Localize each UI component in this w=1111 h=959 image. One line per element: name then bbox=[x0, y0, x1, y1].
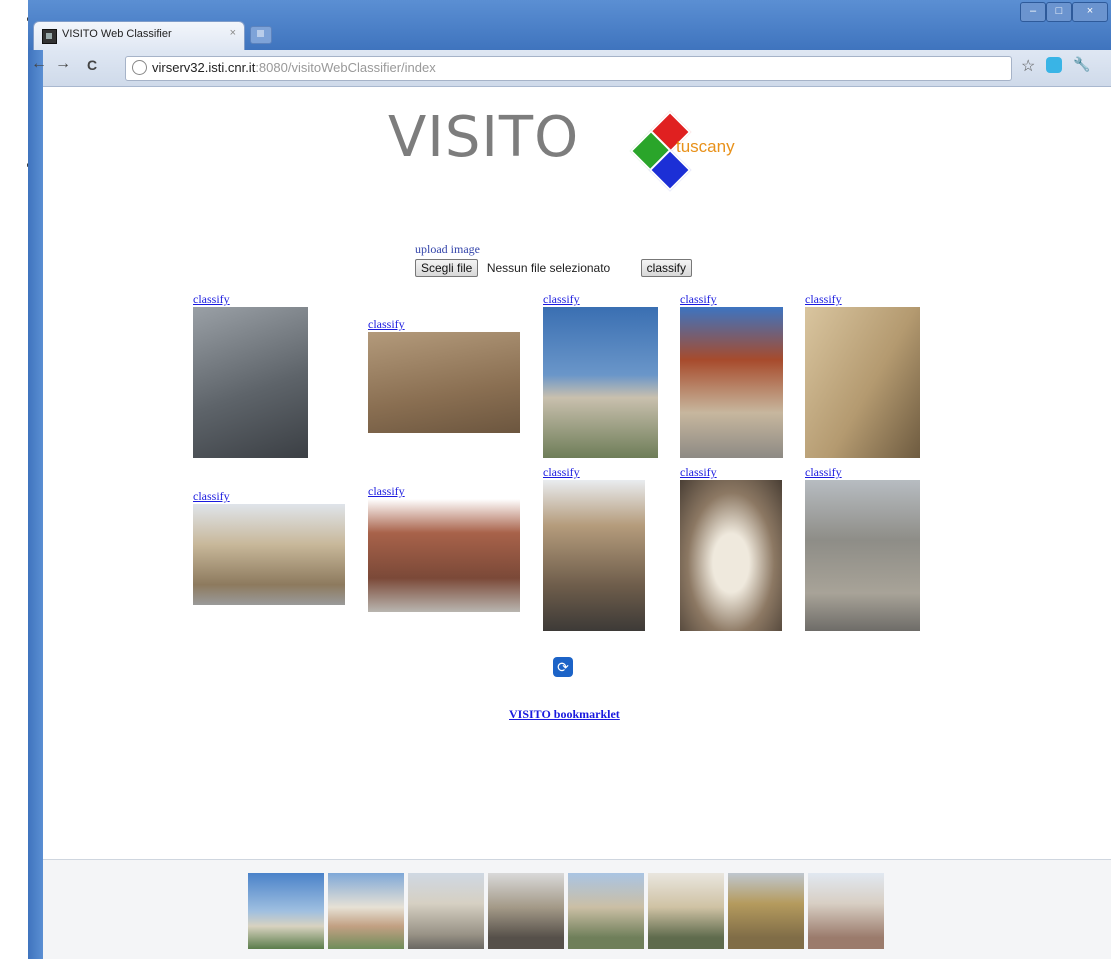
skype-icon[interactable] bbox=[1046, 57, 1062, 73]
refresh-icon[interactable]: ⟳ bbox=[553, 657, 573, 677]
forward-icon[interactable]: → bbox=[55, 55, 71, 73]
tab-title: VISITO Web Classifier bbox=[62, 28, 172, 40]
close-window-button[interactable]: × bbox=[1072, 2, 1108, 22]
classify-link[interactable]: classify bbox=[805, 292, 842, 307]
gallery-image-statue-facade[interactable] bbox=[193, 307, 308, 458]
gallery-image-old-tower-building[interactable] bbox=[368, 332, 520, 433]
address-bar[interactable]: virserv32.isti.cnr.it:8080/visitoWebClas… bbox=[125, 56, 1012, 81]
reload-icon[interactable]: C bbox=[87, 57, 97, 73]
visito-logo: VISITO tuscany bbox=[388, 97, 768, 192]
tab-close-icon[interactable]: × bbox=[230, 27, 236, 39]
page-content: VISITO tuscany upload image Scegli file … bbox=[43, 87, 1111, 959]
classify-link[interactable]: classify bbox=[543, 292, 580, 307]
browser-toolbar: ← → C virserv32.isti.cnr.it:8080/visitoW… bbox=[31, 50, 1111, 87]
wrench-icon[interactable]: 🔧 bbox=[1073, 56, 1090, 73]
classify-button[interactable]: classify bbox=[640, 259, 693, 277]
choose-file-button[interactable]: Scegli file bbox=[415, 259, 479, 277]
url-host: virserv32.isti.cnr.it bbox=[152, 60, 256, 75]
window-titlebar: VISITO Web Classifier × – □ × bbox=[28, 0, 1111, 51]
upload-label: upload image bbox=[415, 242, 480, 256]
favicon-icon bbox=[42, 29, 57, 44]
logo-sub: tuscany bbox=[676, 137, 735, 156]
thumb-church-facade[interactable] bbox=[568, 873, 644, 949]
gallery-image-church-wall[interactable] bbox=[805, 307, 920, 458]
minimize-button[interactable]: – bbox=[1020, 2, 1046, 22]
classify-link[interactable]: classify bbox=[805, 465, 842, 480]
gallery-image-duomo-dome[interactable] bbox=[680, 307, 783, 458]
classify-link[interactable]: classify bbox=[193, 489, 230, 504]
thumb-palazzo-arcade[interactable] bbox=[648, 873, 724, 949]
classify-link[interactable]: classify bbox=[193, 292, 230, 307]
thumb-palazzo[interactable] bbox=[488, 873, 564, 949]
gallery-image-statue-square[interactable] bbox=[543, 307, 658, 458]
window-left-border bbox=[28, 50, 43, 959]
upload-form: upload image Scegli file Nessun file sel… bbox=[415, 242, 693, 277]
star-icon[interactable]: ☆ bbox=[1021, 56, 1035, 76]
bottom-thumbnail-strip bbox=[43, 859, 1111, 959]
thumb-santa-maria-spina[interactable] bbox=[808, 873, 884, 949]
classify-link[interactable]: classify bbox=[680, 465, 717, 480]
thumb-leaning-tower[interactable] bbox=[248, 873, 324, 949]
back-icon[interactable]: ← bbox=[31, 55, 47, 73]
gallery-image-brick-palace-square[interactable] bbox=[368, 499, 520, 612]
classify-link[interactable]: classify bbox=[368, 484, 405, 499]
thumb-baptistery[interactable] bbox=[328, 873, 404, 949]
gallery-image-street-view[interactable] bbox=[543, 480, 645, 631]
classify-link[interactable]: classify bbox=[680, 292, 717, 307]
maximize-button[interactable]: □ bbox=[1046, 2, 1072, 22]
thumb-cathedral[interactable] bbox=[408, 873, 484, 949]
thumb-yellow-palazzo[interactable] bbox=[728, 873, 804, 949]
gallery-image-monument-column[interactable] bbox=[805, 480, 920, 631]
bookmarklet-link[interactable]: VISITO bookmarklet bbox=[509, 707, 620, 722]
browser-window: VISITO Web Classifier × – □ × ← → C virs… bbox=[28, 0, 1111, 959]
tab-visito[interactable]: VISITO Web Classifier × bbox=[33, 21, 245, 51]
gallery-image-palace-facade[interactable] bbox=[193, 504, 345, 605]
logo-word: VISITO bbox=[388, 105, 580, 170]
no-file-text: Nessun file selezionato bbox=[486, 261, 611, 275]
page-icon bbox=[132, 60, 147, 75]
gallery-image-statue-niche[interactable] bbox=[680, 480, 782, 631]
classify-link[interactable]: classify bbox=[543, 465, 580, 480]
url-path: :8080/visitoWebClassifier/index bbox=[255, 60, 436, 75]
classify-link[interactable]: classify bbox=[368, 317, 405, 332]
new-tab-button[interactable] bbox=[250, 26, 272, 44]
